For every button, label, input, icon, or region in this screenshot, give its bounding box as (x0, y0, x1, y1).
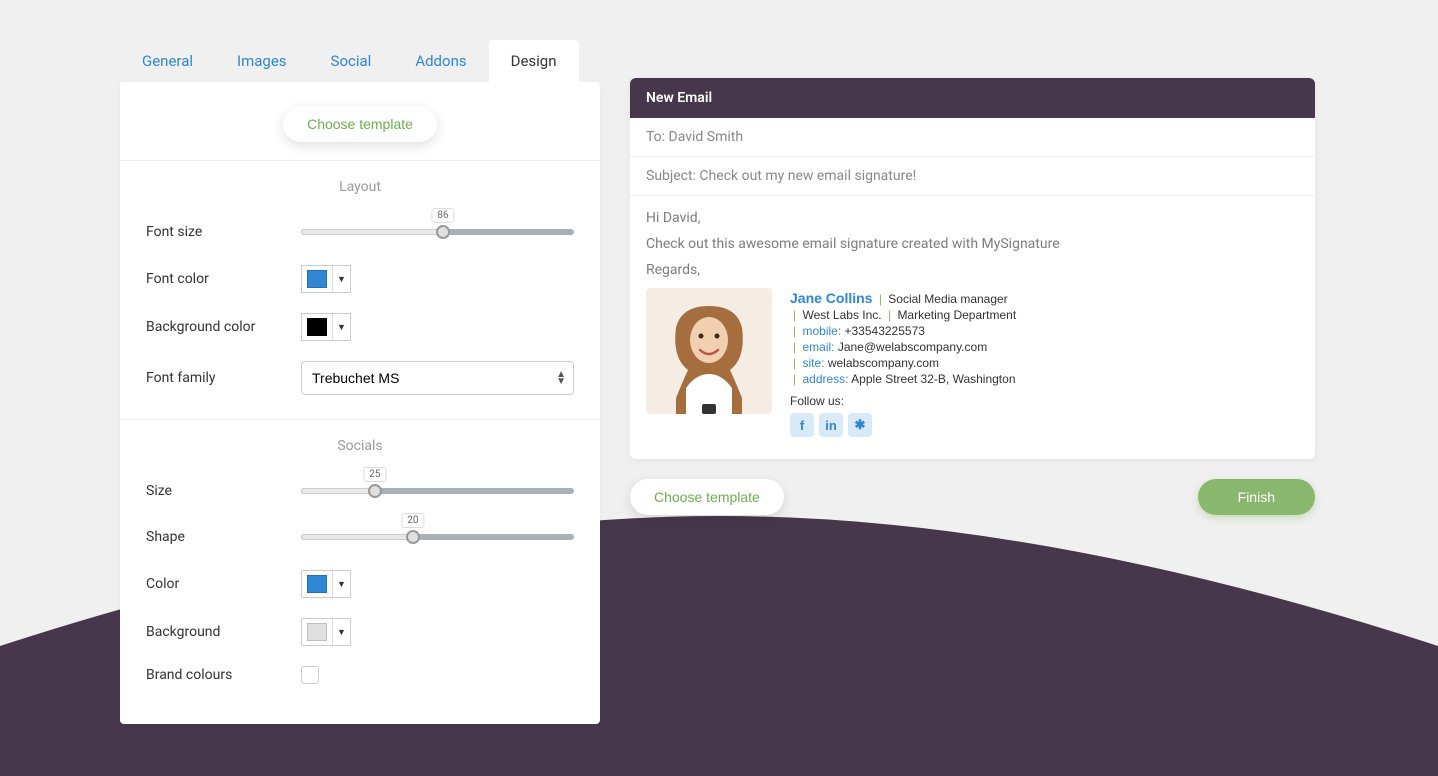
socials-bg-label: Background (146, 624, 301, 640)
dropdown-icon: ▼ (332, 314, 350, 340)
brand-colours-label: Brand colours (146, 667, 301, 683)
signature-address-val: Apple Street 32-B, Washington (851, 372, 1015, 386)
dropdown-icon: ▼ (332, 266, 350, 292)
socials-shape-slider[interactable]: 20 (301, 524, 574, 550)
asterisk-icon[interactable]: ✱ (848, 413, 872, 437)
tab-bar: General Images Social Addons Design (120, 40, 600, 82)
facebook-icon[interactable]: f (790, 413, 814, 437)
choose-template-button[interactable]: Choose template (283, 106, 437, 142)
font-family-label: Font family (146, 370, 301, 386)
font-color-label: Font color (146, 271, 301, 287)
signature-photo (646, 288, 772, 414)
follow-us-label: Follow us: (790, 394, 1016, 408)
socials-color-picker[interactable]: ▼ (301, 570, 351, 598)
email-subject-row: Subject: Check out my new email signatur… (630, 157, 1315, 196)
email-preview: New Email To: David Smith Subject: Check… (630, 78, 1315, 459)
email-body-text: Check out this awesome email signature c… (646, 236, 1299, 252)
tab-general[interactable]: General (120, 40, 215, 82)
tab-addons[interactable]: Addons (393, 40, 488, 82)
tab-design[interactable]: Design (489, 40, 579, 82)
dropdown-icon: ▼ (332, 619, 350, 645)
signature-name: Jane Collins (790, 290, 872, 306)
email-to-row: To: David Smith (630, 118, 1315, 157)
design-panel: General Images Social Addons Design Choo… (120, 40, 600, 724)
socials-size-slider[interactable]: 25 (301, 478, 574, 504)
signature-mobile-key: mobile: (802, 324, 841, 338)
choose-template-button-bottom[interactable]: Choose template (630, 479, 784, 515)
layout-section-title: Layout (120, 161, 600, 209)
email-greeting: Hi David, (646, 210, 1299, 226)
signature-department: Marketing Department (897, 308, 1016, 322)
email-header: New Email (630, 78, 1315, 118)
signature-email-key: email: (802, 340, 834, 354)
font-color-swatch (307, 270, 327, 288)
signature-mobile-val: +33543225573 (845, 324, 925, 338)
panel-body: Choose template Layout Font size 86 Font… (120, 82, 600, 724)
signature-site-key: site: (802, 356, 824, 370)
signature-company: West Labs Inc. (802, 308, 881, 322)
brand-colours-checkbox[interactable] (301, 666, 319, 684)
socials-bg-swatch (307, 623, 327, 641)
socials-size-label: Size (146, 483, 301, 499)
signature-site-val: welabscompany.com (828, 356, 939, 370)
signature-block: Jane Collins | Social Media manager | We… (646, 288, 1299, 437)
tab-social[interactable]: Social (309, 40, 394, 82)
linkedin-icon[interactable]: in (819, 413, 843, 437)
signature-email-val: Jane@welabscompany.com (838, 340, 987, 354)
email-regards: Regards, (646, 262, 1299, 278)
socials-bg-picker[interactable]: ▼ (301, 618, 351, 646)
bg-color-picker[interactable]: ▼ (301, 313, 351, 341)
socials-color-swatch (307, 575, 327, 593)
signature-address-key: address: (802, 372, 848, 386)
socials-section-title: Socials (120, 420, 600, 468)
preview-panel: New Email To: David Smith Subject: Check… (630, 78, 1315, 515)
dropdown-icon: ▼ (332, 571, 350, 597)
font-size-slider[interactable]: 86 (301, 219, 574, 245)
font-size-label: Font size (146, 224, 301, 240)
socials-shape-label: Shape (146, 529, 301, 545)
bg-color-label: Background color (146, 319, 301, 335)
finish-button[interactable]: Finish (1198, 479, 1315, 515)
socials-color-label: Color (146, 576, 301, 592)
font-color-picker[interactable]: ▼ (301, 265, 351, 293)
bg-color-swatch (307, 318, 327, 336)
font-family-select[interactable]: Trebuchet MS (301, 361, 574, 395)
signature-title: Social Media manager (888, 292, 1007, 306)
tab-images[interactable]: Images (215, 40, 309, 82)
